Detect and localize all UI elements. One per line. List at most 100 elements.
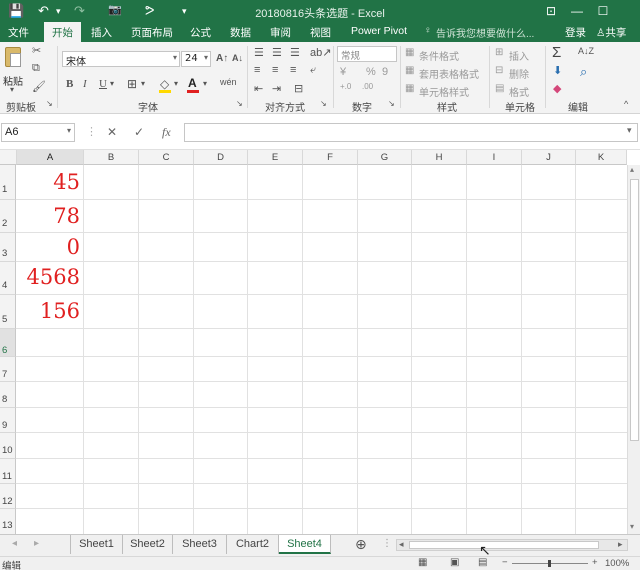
column-header-i[interactable]: I (467, 150, 522, 165)
column-header-e[interactable]: E (248, 150, 303, 165)
page-break-view-icon[interactable]: ▤ (478, 557, 487, 568)
font-name-box[interactable]: 宋体 ▾ (62, 51, 180, 68)
vertical-scroll-thumb[interactable] (630, 179, 639, 441)
font-launcher-icon[interactable]: ↘ (236, 99, 243, 108)
cell-a4[interactable]: 4568 (17, 265, 80, 289)
login-link[interactable]: 登录 (565, 25, 586, 40)
row-header-9[interactable]: 9 (0, 408, 16, 433)
bold-button[interactable]: B (66, 78, 73, 90)
column-header-g[interactable]: G (358, 150, 412, 165)
chevron-down-icon[interactable]: ▾ (141, 79, 145, 88)
insert-function-icon[interactable]: fx (162, 125, 171, 140)
scroll-right-icon[interactable]: ▸ (618, 539, 623, 550)
collapse-ribbon-icon[interactable]: ^ (624, 99, 628, 109)
sheet-tab-chart2[interactable]: Chart2 (227, 535, 279, 554)
vertical-scrollbar[interactable]: ▴ ▾ (627, 165, 640, 534)
row-header-1[interactable]: 1 (0, 165, 16, 200)
column-header-j[interactable]: J (522, 150, 576, 165)
conditional-format-icon[interactable]: ▦ (405, 47, 414, 58)
increase-indent-icon[interactable]: ⇥ (272, 82, 281, 95)
cell-a2[interactable]: 78 (17, 204, 80, 228)
row-header-13[interactable]: 13 (0, 509, 16, 534)
tab-home[interactable]: 开始 (44, 22, 81, 42)
row-header-10[interactable]: 10 (0, 433, 16, 459)
horizontal-scroll-thumb[interactable] (409, 541, 599, 549)
tab-page-layout[interactable]: 页面布局 (131, 25, 173, 40)
chevron-down-icon[interactable]: ▾ (110, 79, 114, 88)
format-painter-icon[interactable]: 🖌 (32, 80, 46, 93)
column-header-a[interactable]: A (17, 150, 84, 165)
delete-cells-icon[interactable]: ⊟ (495, 65, 503, 76)
cell-a5[interactable]: 156 (17, 299, 80, 323)
chevron-down-icon[interactable]: ▾ (203, 79, 207, 88)
scroll-up-icon[interactable]: ▴ (630, 165, 634, 174)
column-header-h[interactable]: H (412, 150, 467, 165)
zoom-slider[interactable] (512, 560, 588, 567)
column-header-f[interactable]: F (303, 150, 358, 165)
shrink-font-icon[interactable]: A↓ (232, 53, 243, 63)
phonetic-icon[interactable]: wén (220, 77, 237, 87)
row-header-12[interactable]: 12 (0, 484, 16, 509)
normal-view-icon[interactable]: ▦ (418, 557, 427, 568)
find-select-icon[interactable]: ⌕ (580, 64, 587, 80)
select-all-corner[interactable] (0, 150, 17, 165)
sheet-tab-sheet4[interactable]: Sheet4 (279, 535, 331, 554)
share-button[interactable]: ♙共享 (596, 25, 626, 40)
insert-cells-button[interactable]: 插入 (509, 48, 529, 63)
underline-button[interactable]: U (99, 78, 107, 90)
format-cells-icon[interactable]: ▤ (495, 83, 504, 94)
horizontal-scrollbar[interactable]: ◂ ▸ (396, 539, 628, 551)
tab-power-pivot[interactable]: Power Pivot (351, 25, 407, 37)
conditional-format-button[interactable]: 条件格式 (419, 48, 459, 63)
align-middle-icon[interactable]: ☰ (272, 46, 282, 59)
number-format-box[interactable]: 常规 (337, 46, 397, 62)
minimize-button[interactable]: — (566, 2, 588, 20)
tab-split-grip-icon[interactable]: ⋮ (382, 538, 392, 549)
align-left-icon[interactable]: ≡ (254, 64, 260, 76)
cell-a3[interactable]: 0 (17, 235, 80, 259)
page-layout-view-icon[interactable]: ▣ (450, 557, 459, 568)
border-icon[interactable]: ⊞ (127, 77, 137, 91)
column-header-b[interactable]: B (84, 150, 139, 165)
paste-button[interactable]: 粘贴 ▾ (2, 45, 26, 95)
tell-me-search[interactable]: 告诉我您想要做什么... (436, 25, 534, 40)
zoom-in-icon[interactable]: + (592, 557, 598, 568)
add-sheet-icon[interactable]: ⊕ (355, 536, 367, 553)
insert-cells-icon[interactable]: ⊞ (495, 47, 503, 58)
copy-icon[interactable]: ⧉ (32, 62, 40, 75)
cell-styles-icon[interactable]: ▦ (405, 83, 414, 94)
sheet-tab-sheet2[interactable]: Sheet2 (123, 535, 173, 554)
scroll-left-icon[interactable]: ◂ (399, 539, 404, 550)
sheet-tab-sheet1[interactable]: Sheet1 (71, 535, 123, 554)
worksheet-grid[interactable]: A B C D E F G H I J K 1 2 3 4 5 6 7 8 9 … (0, 150, 640, 534)
font-size-box[interactable]: 24 ▾ (181, 51, 211, 67)
number-launcher-icon[interactable]: ↘ (388, 99, 395, 108)
tab-data[interactable]: 数据 (230, 25, 251, 40)
zoom-slider-thumb[interactable] (548, 560, 551, 567)
clear-icon[interactable]: ◆ (553, 82, 561, 95)
tab-file[interactable]: 文件 (8, 25, 29, 40)
chevron-down-icon[interactable]: ▾ (174, 79, 178, 88)
name-box[interactable]: A6 ▾ (1, 123, 75, 142)
expand-formula-bar-icon[interactable]: ▾ (627, 125, 632, 136)
fill-down-icon[interactable]: ⬇ (553, 64, 562, 77)
fill-color-icon[interactable]: ◇ (160, 77, 169, 91)
increase-decimal-icon[interactable]: +.0 (340, 82, 351, 91)
align-bottom-icon[interactable]: ☰ (290, 46, 300, 59)
cell-a1[interactable]: 45 (17, 170, 80, 194)
cell-styles-button[interactable]: 单元格样式 (419, 84, 469, 99)
italic-button[interactable]: I (83, 78, 87, 90)
ribbon-options-icon[interactable]: ⊡ (540, 2, 562, 20)
format-cells-button[interactable]: 格式 (509, 84, 529, 99)
sort-filter-icon[interactable]: A↓Z (578, 46, 594, 56)
column-header-c[interactable]: C (139, 150, 194, 165)
clipboard-launcher-icon[interactable]: ↘ (46, 99, 53, 108)
scroll-down-icon[interactable]: ▾ (630, 522, 634, 531)
merge-center-icon[interactable]: ⊟ (294, 82, 303, 95)
currency-icon[interactable]: ¥ (340, 66, 346, 78)
zoom-out-icon[interactable]: − (502, 557, 508, 568)
row-header-7[interactable]: 7 (0, 357, 16, 382)
formula-input[interactable] (184, 123, 638, 142)
cancel-icon[interactable]: ✕ (107, 125, 117, 139)
row-header-11[interactable]: 11 (0, 459, 16, 484)
